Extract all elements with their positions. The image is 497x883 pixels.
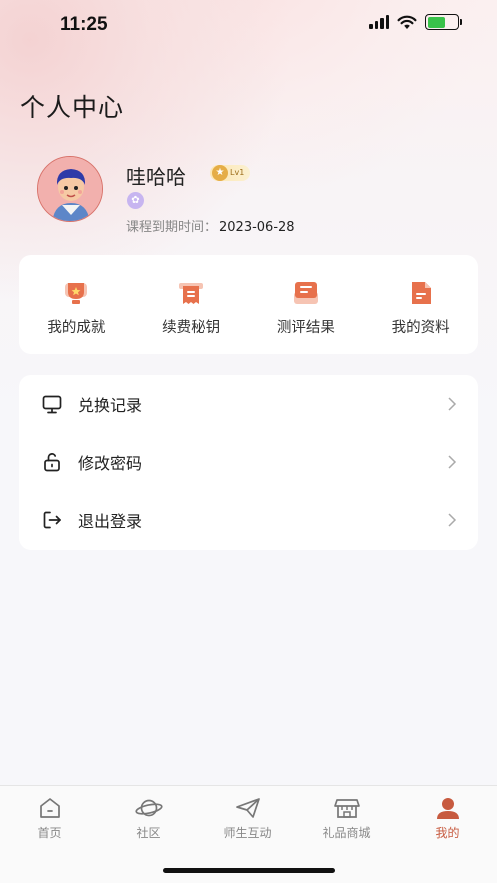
planet-icon (134, 799, 163, 817)
message-card-icon (293, 282, 318, 304)
star-icon: ★ (212, 165, 228, 181)
username: 哇哈哈 (126, 165, 186, 189)
medal-icon: ✿ (127, 192, 144, 209)
monitor-icon (42, 395, 62, 414)
menu-item-logout[interactable]: 退出登录 (19, 491, 478, 549)
action-label: 测评结果 (276, 320, 335, 336)
action-label: 续费秘钥 (162, 320, 221, 336)
trophy-icon (65, 283, 88, 304)
action-renew-key[interactable]: 续费秘钥 (134, 255, 249, 354)
user-icon (436, 798, 459, 819)
expire-label: 课程到期时间： (126, 220, 218, 235)
menu-label: 修改密码 (78, 454, 143, 473)
tab-community[interactable]: 社区 (99, 796, 198, 841)
action-my-profile[interactable]: 我的资料 (363, 255, 478, 354)
signal-icon (369, 15, 389, 29)
status-time: 11:25 (60, 14, 108, 35)
avatar-illustration (38, 157, 102, 221)
home-icon (39, 798, 60, 818)
wifi-icon (397, 15, 417, 29)
chevron-right-icon (448, 513, 457, 527)
expire-date: 2023-06-28 (219, 220, 295, 235)
tab-teacher-student[interactable]: 师生互动 (198, 796, 297, 841)
tab-gift-mall[interactable]: 礼品商城 (297, 796, 396, 841)
course-expire: 课程到期时间： 2023-06-28 (126, 216, 295, 235)
avatar[interactable] (33, 156, 109, 222)
lock-icon (44, 453, 60, 472)
settings-menu-card: 兑换记录 修改密码 退出登录 (19, 375, 478, 550)
level-badge: ★ Lv1 (210, 165, 251, 181)
action-label: 我的成就 (47, 320, 106, 336)
level-text: Lv1 (230, 168, 245, 177)
chevron-right-icon (448, 397, 457, 411)
profile-file-icon (411, 282, 431, 304)
tab-label: 师生互动 (223, 826, 272, 840)
tab-home[interactable]: 首页 (0, 796, 99, 841)
menu-label: 兑换记录 (78, 396, 143, 415)
chevron-right-icon (448, 455, 457, 469)
tab-label: 我的 (435, 826, 460, 840)
battery-icon (425, 14, 462, 30)
menu-item-exchange-records[interactable]: 兑换记录 (19, 375, 478, 433)
tab-label: 首页 (37, 826, 62, 840)
home-indicator (163, 868, 335, 873)
logout-icon (43, 511, 61, 529)
status-icons (369, 14, 462, 30)
menu-item-change-password[interactable]: 修改密码 (19, 433, 478, 491)
action-label: 我的资料 (391, 320, 450, 336)
tab-label: 礼品商城 (322, 826, 371, 840)
menu-label: 退出登录 (78, 512, 143, 531)
tab-mine[interactable]: 我的 (398, 796, 497, 841)
action-my-achievements[interactable]: 我的成就 (19, 255, 134, 354)
action-test-results[interactable]: 测评结果 (249, 255, 364, 354)
paper-plane-icon (235, 798, 260, 818)
key-document-icon (179, 283, 204, 304)
quick-actions-card: 我的成就 续费秘钥 测评结果 我的资料 (19, 255, 478, 354)
tab-label: 社区 (136, 826, 161, 840)
page-title: 个人中心 (20, 93, 125, 122)
shop-icon (333, 799, 360, 818)
